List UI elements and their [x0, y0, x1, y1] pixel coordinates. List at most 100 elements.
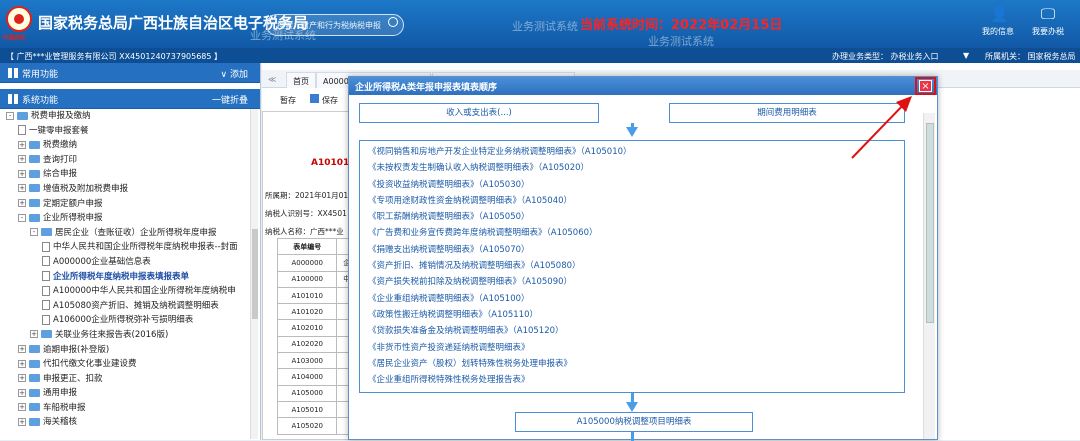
table-row[interactable]: A105020 [276, 417, 356, 435]
tree-item[interactable]: + 逾期申报(补登版) [6, 343, 246, 358]
close-icon[interactable]: × [919, 80, 932, 92]
schedule-link[interactable]: 《政策性搬迁纳税调整明细表》（A105110） [368, 307, 904, 323]
expand-icon[interactable]: + [18, 359, 26, 368]
down-arrow-icon [626, 127, 638, 137]
chevron-down-icon[interactable]: ▼ [963, 51, 969, 60]
schedule-link[interactable]: 《职工薪酬纳税调整明细表》（A105050） [368, 209, 904, 225]
tree-item[interactable]: 企业所得税年度纳税申报表填报表单 [6, 270, 246, 285]
expand-icon[interactable]: + [18, 184, 26, 193]
add-common-button[interactable]: ∨ 添加 [221, 67, 248, 80]
column-header: 表单编号 [276, 237, 338, 256]
tree-item-label: 企业所得税申报 [43, 213, 103, 224]
expand-icon[interactable]: + [18, 169, 26, 178]
tree-item[interactable]: + 综合申报 [6, 167, 246, 182]
table-row[interactable]: A105000 [276, 384, 356, 402]
user-info-bar: 【 广西***业管理服务有限公司 XX4501240737905685 】 办理… [0, 48, 1080, 63]
tree-item[interactable]: + 查询打印 [6, 153, 246, 168]
schedule-link[interactable]: 《居民企业资产（股权）划转特殊性税务处理申报表》 [368, 356, 904, 372]
tree-item[interactable]: + 税费缴纳 [6, 138, 246, 153]
tree-item[interactable]: + 通用申报 [6, 386, 246, 401]
table-row[interactable]: A102020 [276, 335, 356, 354]
tree-item[interactable]: A000000企业基础信息表 [6, 255, 246, 270]
save-draft-button[interactable]: 暂存 [280, 95, 296, 106]
schedule-link[interactable]: 《视同销售和房地产开发企业特定业务纳税调整明细表》（A105010） [368, 144, 904, 160]
table-row[interactable]: A000000 企 [276, 254, 356, 272]
tree-item[interactable]: - 企业所得税申报 [6, 211, 246, 226]
tree-item[interactable]: - 居民企业（查账征收）企业所得税年度申报 [6, 226, 246, 241]
expand-icon[interactable]: + [18, 388, 26, 397]
tree-item[interactable]: A100000中华人民共和国企业所得税年度纳税申 [6, 284, 246, 299]
tree-item[interactable]: 中华人民共和国企业所得税年度纳税申报表--封面 [6, 240, 246, 255]
system-functions-bar[interactable]: 系统功能 一键折叠 [0, 89, 260, 109]
expand-icon[interactable]: + [18, 345, 26, 353]
business-type-select[interactable]: 办理业务类型： 办税业务入口 [832, 51, 939, 62]
tax-emblem-logo [6, 6, 32, 32]
income-expense-box[interactable]: 收入或支出表(...) [359, 103, 599, 123]
grid-icon [8, 68, 18, 78]
tree-item[interactable]: 一键零申报套餐 [6, 124, 246, 139]
table-row[interactable]: A101020 [276, 303, 356, 321]
tree-item-label: 代扣代缴文化事业建设费 [43, 359, 137, 370]
schedule-link[interactable]: 《非货币性资产投资递延纳税调整明细表》 [368, 340, 904, 356]
expand-icon[interactable]: + [18, 374, 26, 383]
expand-icon[interactable]: + [18, 155, 26, 164]
schedule-link[interactable]: 《贷款损失准备金及纳税调整明细表》（A105120） [368, 323, 904, 339]
tree-scrollbar[interactable] [250, 109, 258, 439]
tree-item[interactable]: + 申报更正、扣款 [6, 372, 246, 387]
table-row[interactable]: A100000 中 [276, 270, 356, 288]
collapse-all-button[interactable]: 一键折叠 [212, 93, 248, 106]
my-info-button[interactable]: 👤 我的信息 [978, 6, 1018, 37]
search-input[interactable]: 搜索：财产和行为税纳税申报 [266, 14, 404, 36]
expand-icon[interactable]: + [18, 403, 26, 412]
form-code: A101020 [276, 303, 338, 321]
collapse-icon[interactable]: - [6, 111, 14, 120]
tree-item[interactable]: A106000企业所得税弥补亏损明细表 [6, 313, 246, 328]
table-row[interactable]: A104000 [276, 368, 356, 386]
expand-icon[interactable]: + [18, 140, 26, 149]
folder-icon [29, 374, 40, 383]
collapse-icon[interactable]: - [18, 213, 26, 222]
tree-item[interactable]: + 增值税及附加税费申报 [6, 182, 246, 197]
table-row[interactable]: A103000 [276, 352, 356, 370]
schedule-link[interactable]: 《企业重组所得税特殊性税务处理报告表》 [368, 372, 904, 388]
dialog-scrollbar[interactable] [923, 113, 935, 439]
schedule-link[interactable]: 《广告费和业务宣传费跨年度纳税调整明细表》（A105060） [368, 225, 904, 241]
schedule-link[interactable]: 《资产损失税前扣除及纳税调整明细表》（A105090） [368, 274, 904, 290]
form-code: A102010 [276, 319, 338, 337]
system-time: 当前系统时间：2022年02月15日 [580, 18, 783, 33]
schedule-link[interactable]: 《投资收益纳税调整明细表》（A105030） [368, 177, 904, 193]
tab-nav-left[interactable]: ≪ [262, 72, 282, 88]
table-row[interactable]: A105010 [276, 400, 356, 419]
expand-icon[interactable]: + [18, 417, 26, 426]
save-button[interactable]: 保存 [322, 95, 338, 106]
expand-icon[interactable]: + [18, 199, 26, 208]
schedule-link[interactable]: 《捐赠支出纳税调整明细表》（A105070） [368, 242, 904, 258]
schedule-link[interactable]: 《企业重组纳税调整明细表》（A105100） [368, 291, 904, 307]
tree-item[interactable]: + 关联业务往来报告表(2016版) [6, 328, 246, 343]
schedule-link[interactable]: 《资产折旧、摊销情况及纳税调整明细表》（A105080） [368, 258, 904, 274]
expand-icon[interactable]: + [30, 330, 38, 339]
tree-item[interactable]: + 海关稽核 [6, 415, 246, 430]
common-functions-bar[interactable]: 常用功能 ∨ 添加 [0, 63, 260, 83]
schedule-link[interactable]: 《未按权责发生制确认收入纳税调整明细表》（A105020） [368, 160, 904, 176]
tree-item[interactable]: + 代扣代缴文化事业建设费 [6, 357, 246, 372]
table-row[interactable]: A102010 [276, 319, 356, 337]
search-icon[interactable] [388, 17, 398, 27]
folder-icon [29, 359, 40, 368]
table-row[interactable]: A101010 [276, 286, 356, 305]
tree-item[interactable]: A105080资产折旧、摊销及纳税调整明细表 [6, 299, 246, 314]
form-code: A105020 [276, 417, 338, 435]
tree-item[interactable]: - 税费申报及缴纳 [6, 109, 246, 124]
collapse-icon[interactable]: - [30, 228, 38, 237]
folder-icon [29, 345, 40, 353]
down-arrow-icon [626, 402, 638, 412]
period-expense-box[interactable]: 期间费用明细表 [669, 103, 905, 123]
folder-icon [29, 155, 40, 164]
a105000-box[interactable]: A105000纳税调整项目明细表 [515, 412, 753, 432]
folder-icon [29, 417, 40, 426]
my-tax-button[interactable]: 🖵 我要办税 [1028, 6, 1068, 37]
schedule-link[interactable]: 《专项用途财政性资金纳税调整明细表》（A105040） [368, 193, 904, 209]
tree-item[interactable]: + 定期定额户申报 [6, 197, 246, 212]
tab-home[interactable]: 首页 [286, 72, 316, 88]
tree-item[interactable]: + 车船税申报 [6, 401, 246, 416]
